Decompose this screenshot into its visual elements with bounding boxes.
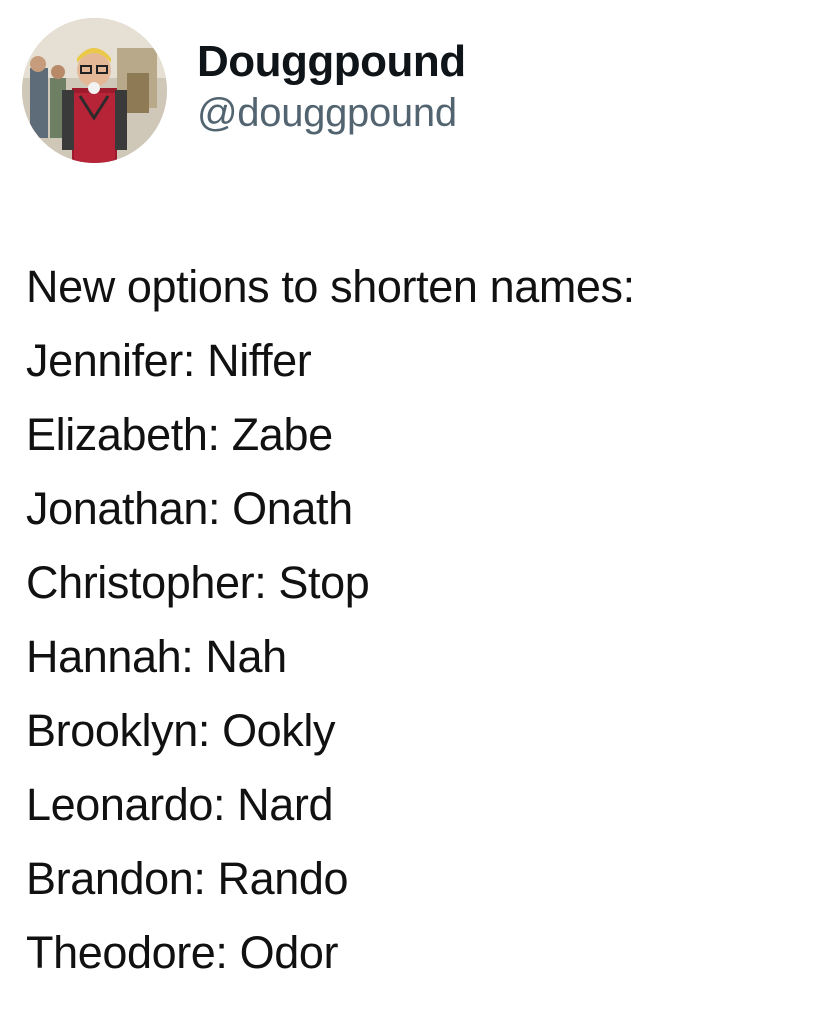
tweet-text: New options to shorten names: Jennifer: … bbox=[26, 250, 816, 990]
tweet-line: Christopher: Stop bbox=[26, 557, 370, 608]
tweet-line: Leonardo: Nard bbox=[26, 779, 334, 830]
tweet-card: Douggpound @douggpound New options to sh… bbox=[0, 0, 827, 1024]
author-names: Douggpound @douggpound bbox=[197, 36, 466, 138]
tweet-line: Jennifer: Niffer bbox=[26, 335, 312, 386]
avatar[interactable] bbox=[22, 18, 167, 163]
tweet-header: Douggpound @douggpound bbox=[22, 18, 466, 163]
tweet-line: Brandon: Rando bbox=[26, 853, 349, 904]
tweet-line: Elizabeth: Zabe bbox=[26, 409, 333, 460]
tweet-line: Jonathan: Onath bbox=[26, 483, 353, 534]
profile-photo-icon bbox=[22, 18, 167, 163]
tweet-line: Theodore: Odor bbox=[26, 927, 339, 978]
tweet-line: Brooklyn: Ookly bbox=[26, 705, 336, 756]
author-handle[interactable]: @douggpound bbox=[197, 88, 466, 138]
tweet-intro: New options to shorten names: bbox=[26, 261, 635, 312]
author-display-name[interactable]: Douggpound bbox=[197, 36, 466, 88]
tweet-line: Hannah: Nah bbox=[26, 631, 287, 682]
